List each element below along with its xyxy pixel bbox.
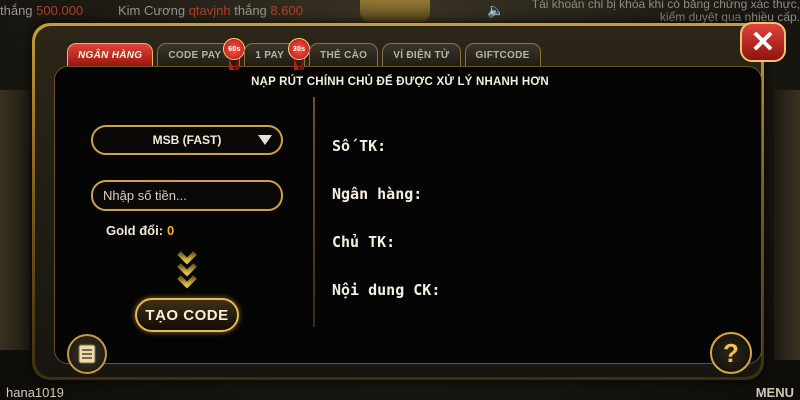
tab-vi-dien-tu[interactable]: VÍ ĐIỆN TỬ [382, 43, 461, 66]
timer-badge-icon: 30s [288, 38, 311, 60]
create-code-button[interactable]: TẠO CODE [135, 298, 239, 332]
caret-down-icon [258, 135, 272, 145]
notice-text: Tài khoản chỉ bị khóa khi có bằng chứng … [531, 0, 800, 24]
username: hana1019 [6, 385, 64, 400]
ticker-item2-user: qtavjnh [188, 3, 231, 18]
ticker-item1-amount: 500.000 [36, 3, 84, 18]
gold-value: 0 [167, 223, 175, 238]
help-icon: ? [723, 337, 739, 368]
payment-tabs: NGÂN HÀNG CODE PAY 60s 1 PAY 30s THẺ CÀO… [67, 38, 541, 70]
ticker-item2-amount: 8.600 [270, 3, 303, 18]
ticker-item2-mid: thắng [234, 3, 267, 18]
down-arrows-icon [177, 251, 197, 289]
gold-label: Gold đổi: [106, 223, 164, 238]
bank-select-value: MSB (FAST) [152, 133, 222, 147]
panel-headline: NẠP RÚT CHÍNH CHỦ ĐỂ ĐƯỢC XỬ LÝ NHANH HƠ… [251, 76, 549, 88]
close-icon: ✕ [750, 25, 776, 59]
column-divider [313, 97, 315, 327]
ribbon-icon [294, 58, 305, 70]
background-decoration-right [774, 90, 800, 360]
speaker-icon: 🔈 [487, 2, 505, 18]
tab-1-pay[interactable]: 1 PAY 30s [244, 38, 311, 70]
background-decoration-left [0, 90, 30, 350]
bank-name-label: Ngân hàng: [332, 185, 423, 203]
ribbon-icon [229, 58, 240, 70]
amount-input[interactable] [91, 180, 283, 211]
transfer-content-label: Nội dung CK: [332, 281, 441, 299]
ticker-item2-game: Kim Cương [118, 3, 186, 18]
tab-code-pay[interactable]: CODE PAY 60s [157, 38, 246, 70]
tab-giftcode[interactable]: GIFTCODE [464, 43, 541, 66]
history-button[interactable] [67, 334, 107, 374]
ticker-item1-prefix: thắng [0, 3, 33, 18]
tab-ngan-hang[interactable]: NGÂN HÀNG [67, 43, 154, 66]
account-number-label: Số TK: [332, 137, 387, 155]
close-button[interactable]: ✕ [740, 22, 786, 62]
gold-exchange: Gold đổi: 0 [106, 223, 174, 238]
document-icon [78, 344, 96, 364]
bank-select[interactable]: MSB (FAST) [91, 125, 283, 155]
timer-badge-icon: 60s [223, 38, 246, 60]
account-owner-label: Chủ TK: [332, 233, 396, 251]
menu-button[interactable]: MENU [756, 385, 794, 400]
help-button[interactable]: ? [710, 332, 752, 374]
tab-the-cao[interactable]: THẺ CÀO [309, 43, 379, 66]
